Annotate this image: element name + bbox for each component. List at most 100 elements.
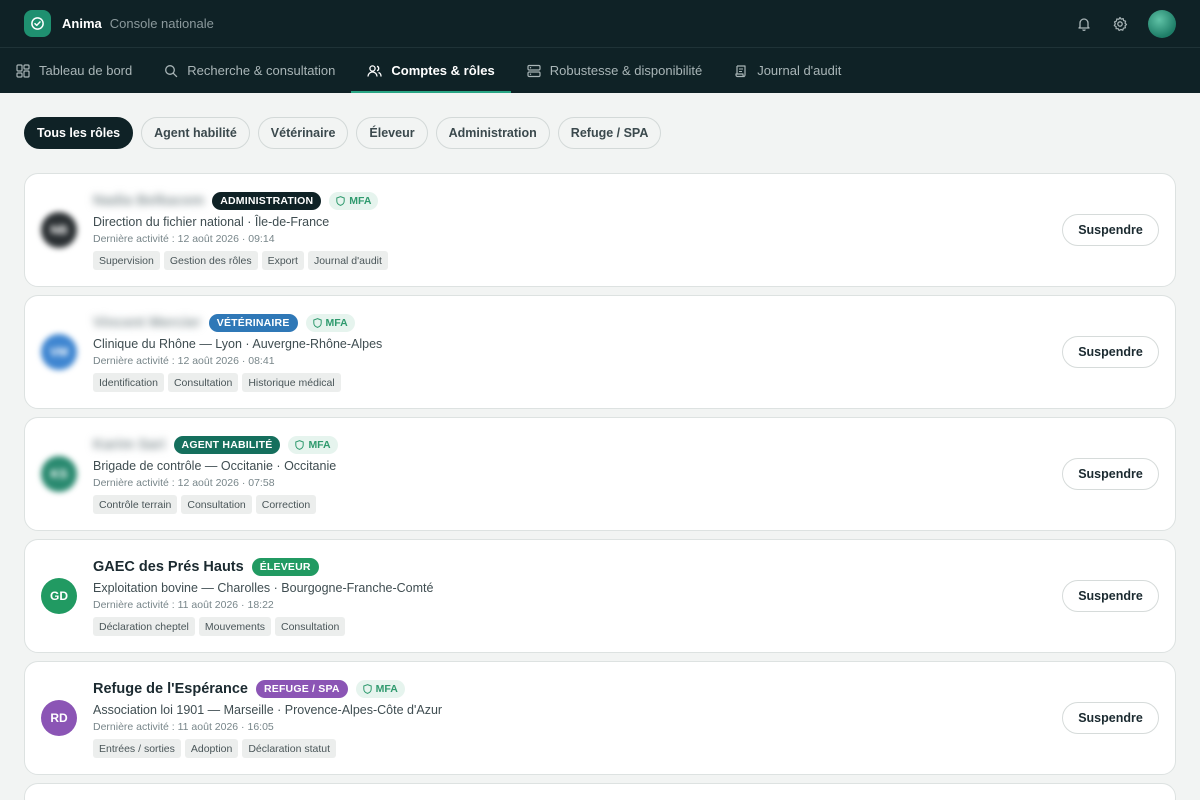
- permission-tag: Consultation: [275, 617, 346, 636]
- avatar: NB: [41, 212, 77, 248]
- permission-list: Déclaration cheptel Mouvements Consultat…: [93, 617, 1035, 636]
- suspend-button[interactable]: Suspendre: [1062, 214, 1159, 246]
- account-name: Karim Sari: [93, 437, 166, 453]
- last-activity: Dernière activité : 11 août 2026 · 16:05: [93, 721, 274, 733]
- gear-icon[interactable]: [1112, 16, 1128, 32]
- permission-tag: Gestion des rôles: [163, 251, 258, 270]
- shield-icon: [336, 196, 345, 206]
- role-filters: Tous les rôles Agent habilité Vétérinair…: [24, 117, 662, 149]
- suspend-button[interactable]: Suspendre: [1062, 336, 1159, 368]
- permission-tag: Journal d'audit: [307, 251, 388, 270]
- permission-tag: Adoption: [184, 739, 239, 758]
- avatar: KS: [41, 456, 77, 492]
- mfa-badge: MFA: [305, 314, 355, 332]
- filter-administration[interactable]: Administration: [435, 117, 550, 149]
- mfa-label: MFA: [325, 317, 348, 329]
- app-subtitle: Console nationale: [109, 16, 214, 31]
- filter-tous-les-roles[interactable]: Tous les rôles: [24, 117, 134, 149]
- filter-veterinaire[interactable]: Vétérinaire: [257, 117, 349, 149]
- check-circle-icon: [31, 17, 44, 30]
- account-organization: Association loi 1901 — Marseille · Prove…: [93, 703, 443, 717]
- nav-label: Recherche & consultation: [187, 63, 336, 78]
- permission-tag: Identification: [93, 373, 164, 392]
- shield-icon: [295, 440, 305, 450]
- account-name: Refuge de l'Espérance: [93, 681, 248, 697]
- filter-agent-habilite[interactable]: Agent habilité: [141, 117, 250, 149]
- mfa-badge: MFA: [329, 192, 379, 210]
- nav-robustesse[interactable]: Robustesse & disponibilité: [511, 48, 718, 93]
- permission-list: Entrées / sorties Adoption Déclaration s…: [93, 739, 1035, 758]
- permission-tag: Historique médical: [242, 373, 341, 392]
- search-icon: [165, 64, 178, 77]
- role-badge: AGENT HABILITÉ: [173, 436, 281, 454]
- users-icon: [367, 64, 383, 77]
- app-name: Anima: [62, 16, 102, 31]
- server-icon: [527, 64, 541, 77]
- top-bar: Anima Console nationale: [0, 0, 1200, 48]
- bell-icon[interactable]: [1076, 16, 1092, 32]
- role-badge: ÉLEVEUR: [251, 558, 319, 576]
- nav-label: Comptes & rôles: [391, 63, 495, 78]
- role-badge: ADMINISTRATION: [212, 192, 322, 210]
- shield-icon: [312, 318, 322, 328]
- account-name: Nadia Belkacem: [93, 193, 205, 209]
- avatar: RD: [41, 700, 77, 736]
- app-logo[interactable]: [24, 10, 51, 37]
- last-activity: Dernière activité : 12 août 2026 · 09:14: [93, 233, 275, 245]
- avatar: GD: [41, 578, 77, 614]
- main-nav: Tableau de bord Recherche & consultation…: [0, 48, 1200, 93]
- scroll-icon: [735, 64, 746, 77]
- permission-tag: Supervision: [93, 251, 160, 270]
- account-card: NB Nadia Belkacem ADMINISTRATION MFA Dir…: [24, 173, 1176, 287]
- last-activity: Dernière activité : 12 août 2026 · 08:41: [93, 355, 275, 367]
- permission-tag: Contrôle terrain: [93, 495, 178, 514]
- mfa-label: MFA: [375, 683, 398, 695]
- account-organization: Brigade de contrôle — Occitanie · Occita…: [93, 459, 337, 473]
- nav-journal-audit[interactable]: Journal d'audit: [718, 48, 857, 93]
- account-card: KS Karim Sari AGENT HABILITÉ MFA Brigade…: [24, 417, 1176, 531]
- avatar: VM: [41, 334, 77, 370]
- permission-list: Identification Consultation Historique m…: [93, 373, 1035, 392]
- mfa-badge: MFA: [355, 680, 405, 698]
- permission-list: Contrôle terrain Consultation Correction: [93, 495, 1035, 514]
- filter-refuge-spa[interactable]: Refuge / SPA: [557, 117, 662, 149]
- nav-tableau-de-bord[interactable]: Tableau de bord: [16, 48, 148, 93]
- suspend-button[interactable]: Suspendre: [1062, 702, 1159, 734]
- mfa-label: MFA: [349, 195, 372, 207]
- dashboard-icon: [16, 63, 30, 78]
- account-organization: Direction du fichier national · Île-de-F…: [93, 215, 330, 229]
- account-name: GAEC des Prés Hauts: [93, 559, 244, 575]
- header-actions: [1076, 9, 1176, 38]
- permission-list: Supervision Gestion des rôles Export Jou…: [93, 251, 1035, 270]
- account-organization: Clinique du Rhône — Lyon · Auvergne-Rhôn…: [93, 337, 383, 351]
- mfa-label: MFA: [308, 439, 331, 451]
- permission-tag: Correction: [255, 495, 317, 514]
- nav-comptes-roles[interactable]: Comptes & rôles: [351, 48, 512, 93]
- shield-icon: [362, 684, 372, 694]
- role-badge: REFUGE / SPA: [255, 680, 348, 698]
- nav-label: Tableau de bord: [39, 63, 133, 78]
- account-card-partial: [24, 783, 1176, 800]
- account-card: VM Vincent Mercier VÉTÉRINAIRE MFA Clini…: [24, 295, 1176, 409]
- permission-tag: Consultation: [181, 495, 252, 514]
- permission-tag: Export: [261, 251, 304, 270]
- account-name: Vincent Mercier: [93, 315, 201, 331]
- user-avatar[interactable]: [1148, 9, 1176, 38]
- suspend-button[interactable]: Suspendre: [1062, 580, 1159, 612]
- permission-tag: Entrées / sorties: [93, 739, 181, 758]
- account-list: NB Nadia Belkacem ADMINISTRATION MFA Dir…: [24, 173, 1176, 800]
- filter-eleveur[interactable]: Éleveur: [356, 117, 428, 149]
- permission-tag: Déclaration cheptel: [93, 617, 195, 636]
- permission-tag: Consultation: [167, 373, 239, 392]
- nav-recherche[interactable]: Recherche & consultation: [148, 48, 351, 93]
- last-activity: Dernière activité : 12 août 2026 · 07:58: [93, 477, 275, 489]
- permission-tag: Mouvements: [198, 617, 271, 636]
- role-badge: VÉTÉRINAIRE: [208, 314, 298, 332]
- mfa-badge: MFA: [288, 436, 338, 454]
- suspend-button[interactable]: Suspendre: [1062, 458, 1159, 490]
- account-card: RD Refuge de l'Espérance REFUGE / SPA MF…: [24, 661, 1176, 775]
- nav-label: Journal d'audit: [757, 63, 842, 78]
- permission-tag: Déclaration statut: [242, 739, 337, 758]
- nav-label: Robustesse & disponibilité: [549, 63, 703, 78]
- account-card: GD GAEC des Prés Hauts ÉLEVEUR Exploitat…: [24, 539, 1176, 653]
